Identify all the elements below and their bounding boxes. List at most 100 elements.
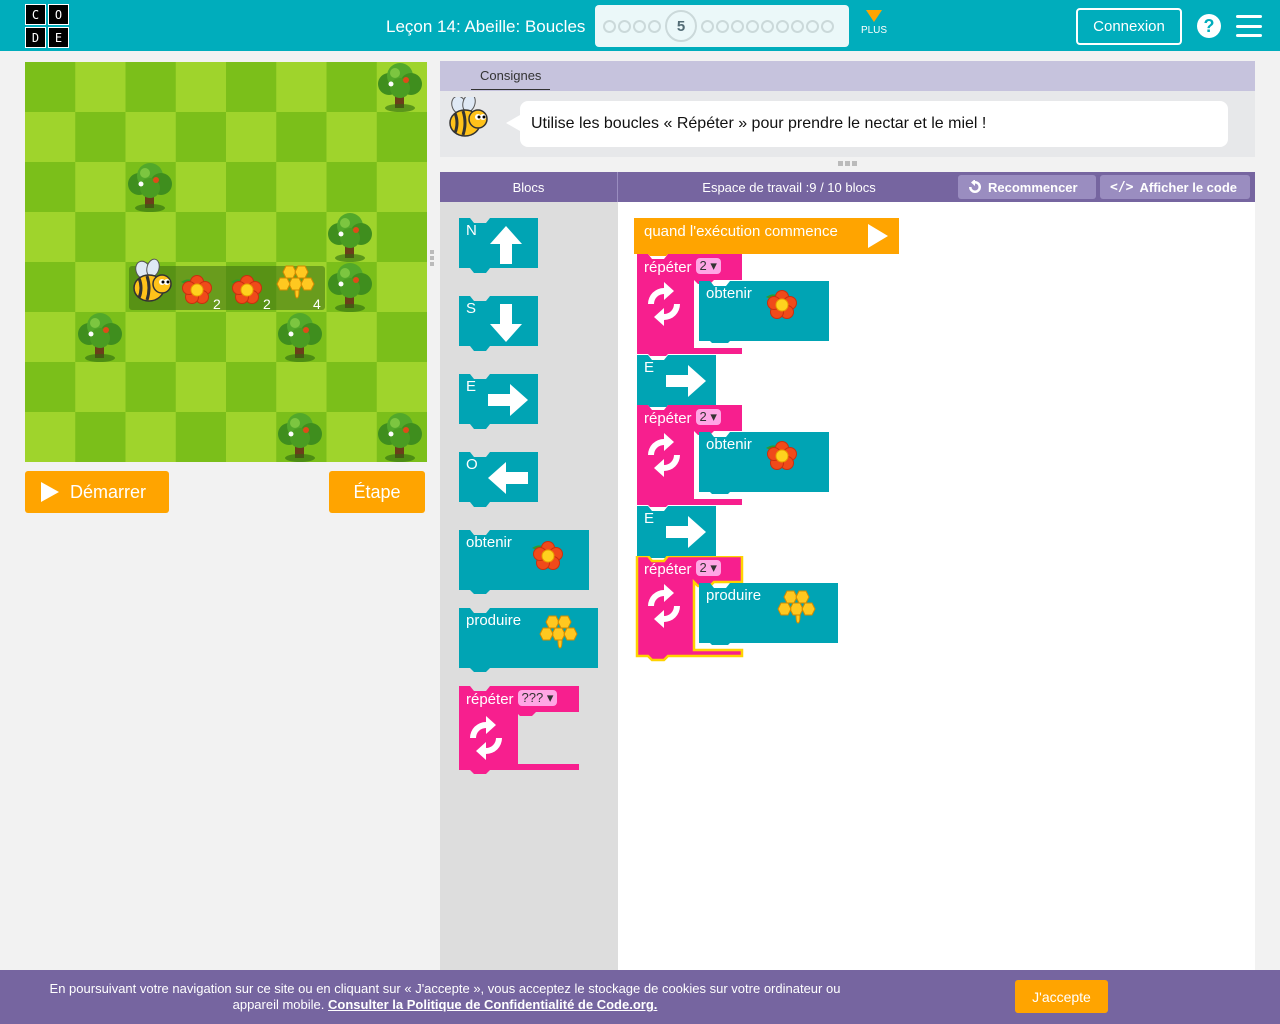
maze-tile — [226, 112, 277, 163]
flower-count: 2 — [213, 296, 221, 312]
help-icon[interactable]: ? — [1197, 14, 1221, 38]
block-label: E — [644, 510, 655, 527]
block-label: obtenir — [466, 534, 512, 551]
instructions-resize-handle[interactable] — [838, 161, 858, 167]
level-dot[interactable] — [806, 19, 819, 33]
block-move-east[interactable]: E — [634, 506, 718, 561]
maze-tile — [25, 162, 76, 213]
repeat-count-dropdown[interactable]: ??? ▾ — [517, 690, 558, 706]
lesson-title[interactable]: Leçon 14: Abeille: Boucles — [386, 17, 585, 37]
privacy-policy-link[interactable]: Consulter la Politique de Confidentialit… — [328, 997, 657, 1012]
maze-tile — [75, 362, 126, 413]
repeat-count-dropdown[interactable]: 2 ▾ — [695, 258, 721, 274]
toolbox-panel: N S E O obtenir produire répéter??? ▾ — [440, 202, 618, 970]
level-dot[interactable] — [746, 19, 759, 33]
maze-tile — [326, 412, 378, 462]
logo-letter: O — [48, 4, 69, 25]
maze-tile — [125, 112, 177, 163]
level-dot[interactable] — [761, 19, 774, 33]
maze-tile — [276, 212, 327, 263]
toolbox-header: Blocs — [440, 172, 618, 202]
show-code-button[interactable]: </> Afficher le code — [1100, 175, 1250, 199]
plus-toggle[interactable]: PLUS — [858, 10, 890, 36]
block-get-nectar[interactable]: obtenir — [456, 530, 590, 594]
level-dot[interactable] — [731, 19, 744, 33]
block-label: répéter??? ▾ — [466, 690, 558, 708]
logo-letter: C — [25, 4, 46, 25]
cookie-banner: En poursuivant votre navigation sur ce s… — [0, 970, 1280, 1024]
instructions-text: Utilise les boucles « Répéter » pour pre… — [506, 101, 1228, 147]
workspace-header: Blocs Espace de travail :9 / 10 blocs Re… — [440, 172, 1255, 202]
level-dot[interactable] — [791, 19, 804, 33]
block-label: produire — [466, 612, 522, 629]
maze-tile — [125, 412, 177, 462]
maze-tile — [326, 62, 378, 113]
maze-tile — [125, 62, 177, 113]
repeat-count-dropdown[interactable]: 2 ▾ — [695, 560, 721, 576]
step-button[interactable]: Étape — [329, 471, 425, 513]
maze-tile — [226, 62, 277, 113]
code-org-logo[interactable]: C O D E — [25, 4, 69, 48]
maze-tile — [75, 212, 126, 263]
block-move-north[interactable]: N — [456, 218, 540, 274]
maze-canvas: 2 2 4 — [25, 62, 427, 462]
honey-count: 4 — [313, 296, 321, 312]
maze-tile — [75, 112, 126, 163]
block-move-east[interactable]: E — [456, 374, 540, 430]
current-level-indicator[interactable]: 5 — [665, 10, 697, 42]
accept-cookies-button[interactable]: J'accepte — [1015, 980, 1108, 1013]
reset-button[interactable]: Recommencer — [958, 175, 1096, 199]
instructions-header: Consignes — [440, 61, 1255, 91]
block-move-east[interactable]: E — [634, 355, 718, 410]
run-button[interactable]: Démarrer — [25, 471, 169, 513]
flower-count: 2 — [263, 296, 271, 312]
repeat-count-dropdown[interactable]: 2 ▾ — [695, 409, 721, 425]
reset-label: Recommencer — [988, 179, 1078, 195]
when-run-label: quand l'exécution commence — [644, 223, 838, 240]
level-dot[interactable] — [701, 19, 714, 33]
repeat-label: répéter — [466, 691, 514, 708]
maze-tile — [175, 112, 227, 163]
maze-tile — [75, 162, 126, 213]
login-button[interactable]: Connexion — [1076, 8, 1182, 45]
block-when-run[interactable]: quand l'exécution commence — [634, 218, 900, 258]
hamburger-menu-icon[interactable] — [1236, 15, 1262, 37]
block-label: produire — [706, 587, 762, 604]
level-dot[interactable] — [648, 19, 661, 33]
block-get-nectar[interactable]: obtenir — [696, 432, 830, 496]
maze-tile — [25, 112, 76, 163]
repeat-count: ??? — [521, 690, 544, 705]
play-icon — [41, 482, 59, 502]
block-move-south[interactable]: S — [456, 296, 540, 352]
block-get-nectar[interactable]: obtenir — [696, 281, 830, 345]
maze-tile — [25, 362, 76, 413]
repeat-label: répéter — [644, 410, 692, 427]
code-icon: </> — [1110, 179, 1134, 195]
level-dot[interactable] — [716, 19, 729, 33]
block-repeat[interactable]: répéter??? ▾ — [456, 686, 580, 774]
repeat-count: 2 — [699, 560, 707, 575]
undo-icon — [969, 180, 981, 193]
maze-tile — [226, 162, 277, 213]
maze-tile — [376, 312, 427, 363]
level-dot[interactable] — [776, 19, 789, 33]
level-dot[interactable] — [633, 19, 646, 33]
maze-tile — [326, 312, 378, 363]
block-label: obtenir — [706, 436, 752, 453]
level-dot[interactable] — [603, 19, 616, 33]
resize-handle[interactable] — [430, 250, 435, 270]
block-move-west[interactable]: O — [456, 452, 540, 508]
block-make-honey[interactable]: produire — [456, 608, 599, 672]
instructions-panel: Utilise les boucles « Répéter » pour pre… — [440, 91, 1255, 157]
level-dot[interactable] — [821, 19, 834, 33]
level-dot[interactable] — [618, 19, 631, 33]
tab-instructions[interactable]: Consignes — [471, 68, 551, 90]
block-make-honey[interactable]: produire — [696, 583, 839, 647]
level-progress-bar: 5 — [595, 5, 849, 47]
maze-tile — [175, 212, 227, 263]
maze-tile — [75, 62, 126, 113]
maze-tile — [75, 262, 126, 313]
maze-tile — [175, 412, 227, 462]
workspace-panel: quand l'exécution commence répéter 2 ▾ ob… — [618, 202, 1255, 970]
repeat-count: 2 — [699, 258, 707, 273]
